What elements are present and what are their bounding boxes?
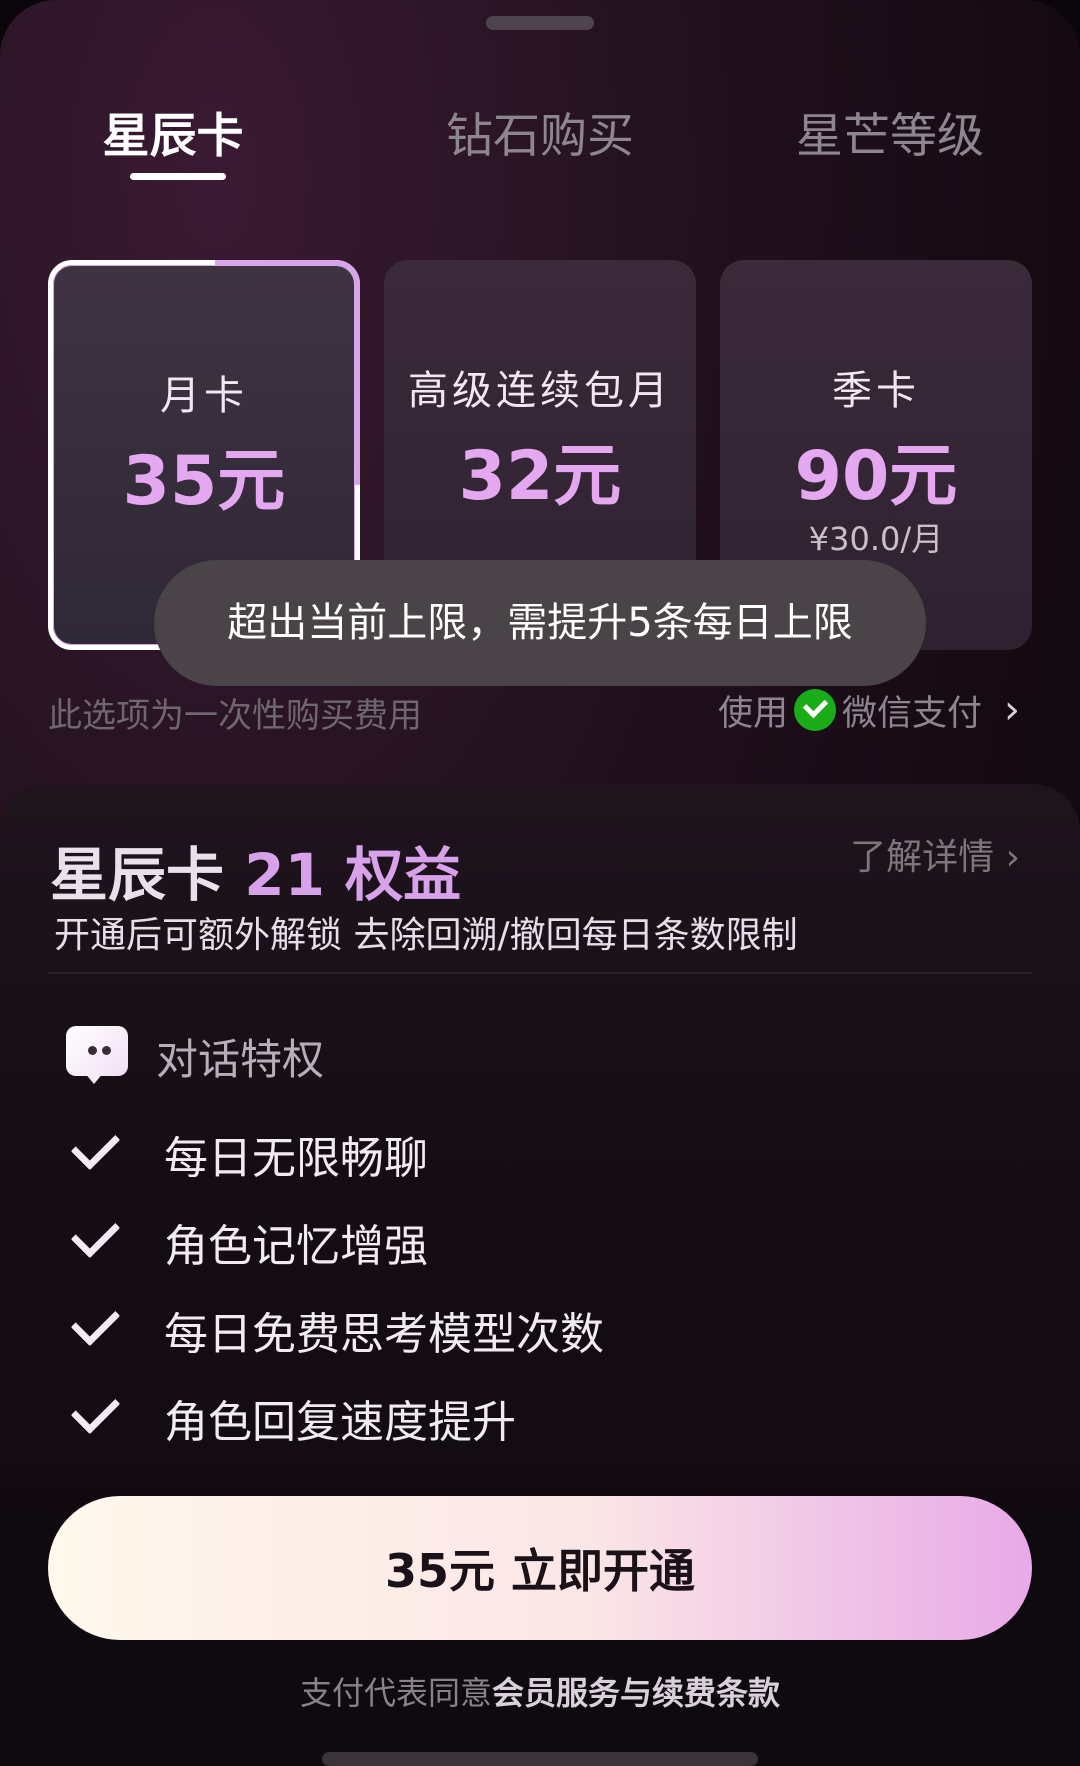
payment-prefix: 使用: [717, 693, 788, 734]
chevron-right-icon: ›: [1004, 687, 1020, 733]
activate-now-button[interactable]: 35元 立即开通: [48, 1496, 1032, 1640]
benefit-category-label: 对话特权: [156, 1035, 325, 1084]
benefit-item: 每日免费思考模型次数: [66, 1300, 604, 1360]
chevron-right-icon: ›: [1005, 837, 1020, 878]
limit-toast: 超出当前上限，需提升5条每日上限: [154, 560, 926, 686]
learn-more-link[interactable]: 了解详情 ›: [850, 828, 1020, 880]
purchase-sheet: 星辰卡 钻石购买 星芒等级 月卡 35元 高级连续包月 32元 季卡 90元 ¥…: [0, 0, 1080, 1766]
check-icon: [66, 1128, 118, 1180]
plan-price: 90元: [794, 437, 958, 516]
one-time-purchase-note: 此选项为一次性购买费用: [48, 696, 422, 736]
benefit-item: 角色记忆增强: [66, 1212, 428, 1272]
plan-name: 月卡: [160, 373, 248, 419]
terms-prefix: 支付代表同意: [299, 1674, 492, 1712]
plan-monthly-equivalent: ¥30.0/月: [808, 520, 944, 558]
benefits-title-prefix: 星辰卡: [50, 841, 225, 909]
divider: [48, 972, 1032, 974]
benefit-item: 角色回复速度提升: [66, 1388, 516, 1448]
tab-diamond-purchase[interactable]: 钻石购买: [420, 102, 660, 172]
chat-bubble-icon: [66, 1026, 128, 1084]
payment-method-label: 微信支付: [841, 693, 982, 734]
terms-link[interactable]: 会员服务与续费条款: [492, 1674, 780, 1712]
active-tab-indicator: [130, 173, 226, 180]
benefit-item: 每日无限畅聊: [66, 1124, 428, 1184]
terms-line: 支付代表同意会员服务与续费条款: [0, 1668, 1080, 1714]
plan-price: 35元: [122, 442, 286, 521]
benefit-item-label: 角色记忆增强: [164, 1221, 428, 1272]
learn-more-label: 了解详情: [850, 837, 995, 878]
wechat-pay-icon: [793, 689, 836, 731]
benefits-description: 开通后可额外解锁 去除回溯/撤回每日条数限制: [54, 915, 798, 956]
benefits-title-suffix: 权益: [345, 841, 462, 909]
check-icon: [66, 1216, 118, 1268]
tab-star-card[interactable]: 星辰卡: [70, 102, 276, 172]
check-icon: [66, 1304, 118, 1356]
plan-name: 季卡: [832, 368, 920, 414]
plan-name: 高级连续包月: [408, 368, 672, 414]
benefits-title: 星辰卡 21 权益: [50, 828, 461, 912]
benefit-item-label: 每日无限畅聊: [164, 1133, 428, 1184]
payment-method-selector[interactable]: 使用 微信支付 ›: [718, 684, 1020, 736]
benefit-item-label: 每日免费思考模型次数: [164, 1309, 604, 1360]
home-indicator: [322, 1752, 758, 1766]
check-icon: [66, 1392, 118, 1444]
plan-price: 32元: [458, 437, 622, 516]
tab-star-level[interactable]: 星芒等级: [770, 102, 1010, 172]
benefit-item-label: 角色回复速度提升: [164, 1397, 516, 1448]
benefits-count: 21: [244, 841, 325, 909]
sheet-grabber[interactable]: [486, 16, 594, 30]
